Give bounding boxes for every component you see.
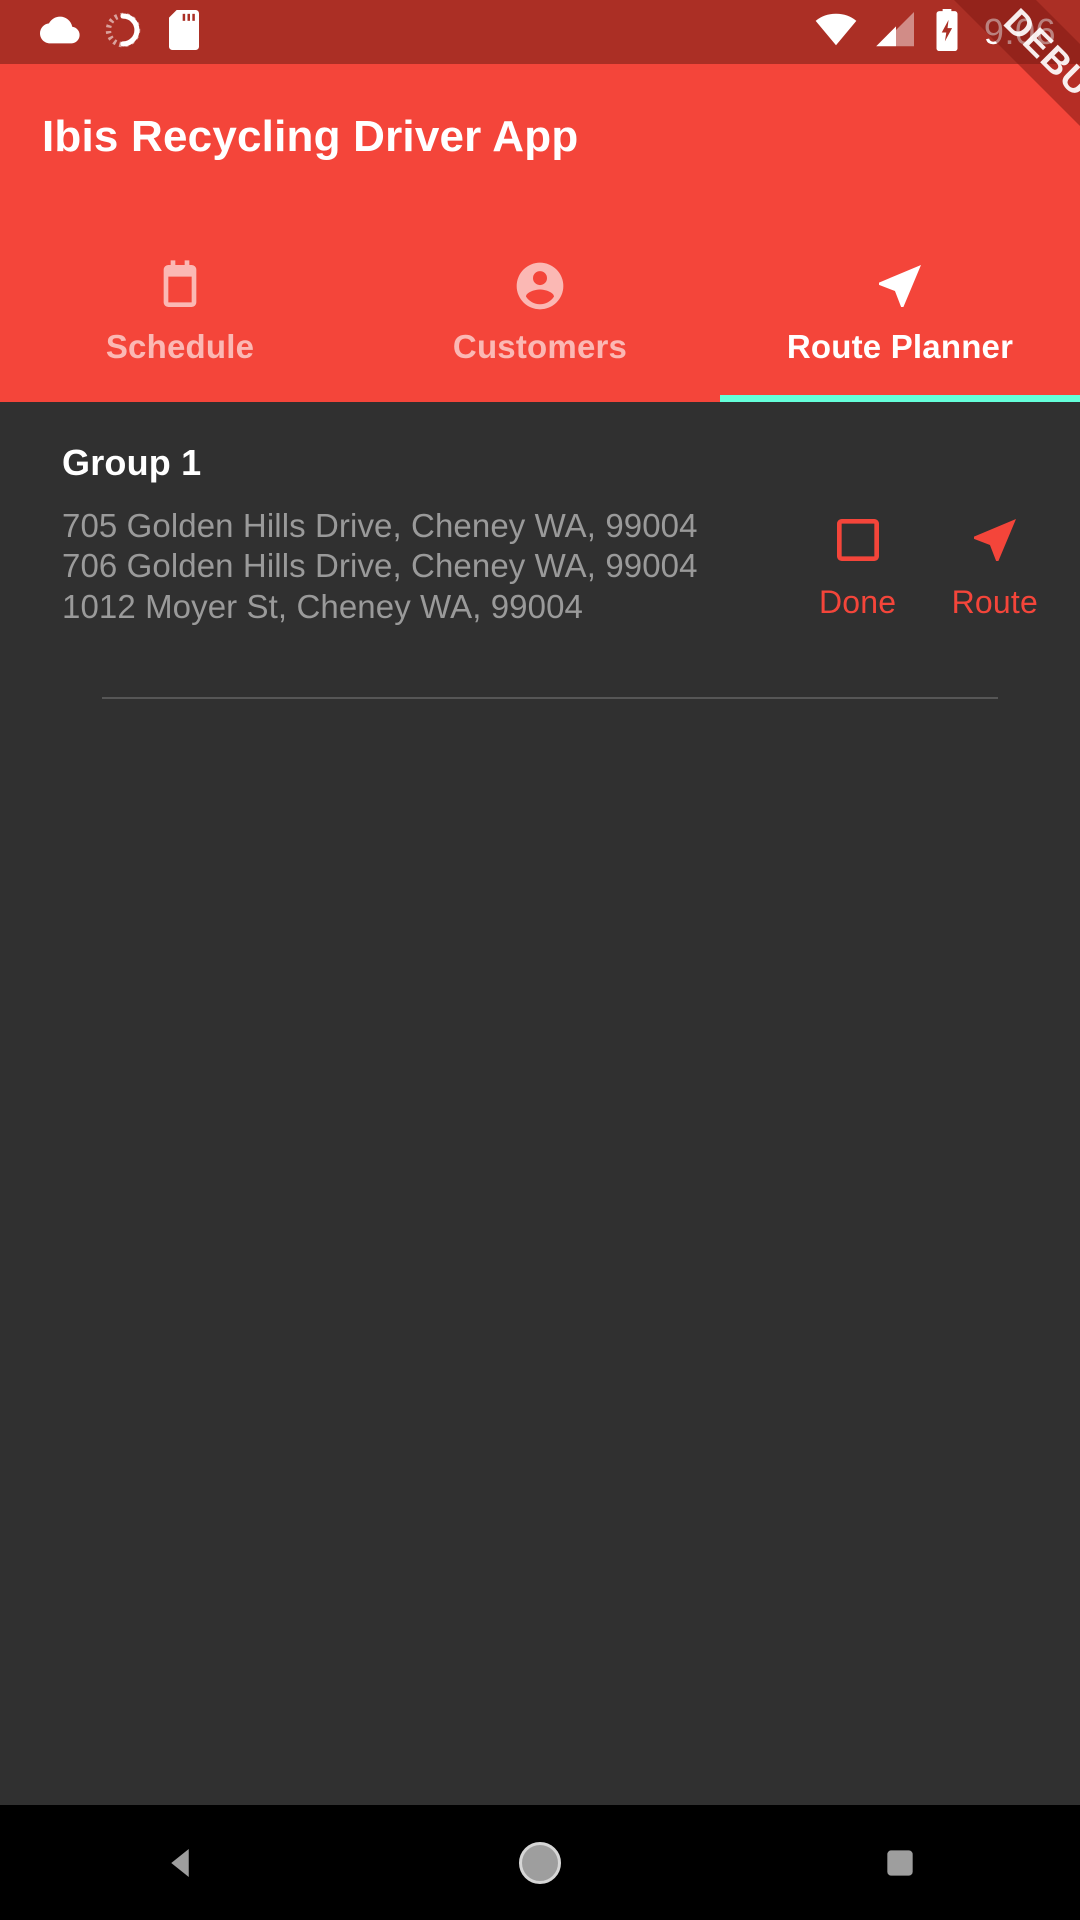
back-triangle-icon[interactable] — [159, 1842, 201, 1884]
navigation-arrow-icon — [872, 258, 928, 314]
tab-route-planner[interactable]: Route Planner — [720, 222, 1080, 402]
battery-charging-icon — [934, 8, 960, 56]
group-card: Group 1 705 Golden Hills Drive, Cheney W… — [0, 402, 1080, 699]
tab-indicator — [720, 395, 1080, 402]
tab-customers-label: Customers — [452, 328, 628, 365]
group-title: Group 1 — [62, 442, 202, 483]
group-divider — [102, 696, 998, 699]
list-item: 1012 Moyer St, Cheney WA, 99004 — [62, 587, 583, 625]
status-bar-right-icons: 9:06 — [814, 8, 1080, 56]
tab-customers[interactable]: Customers — [360, 222, 720, 402]
nav-recents-button[interactable] — [720, 1844, 1080, 1882]
address-list: 705 Golden Hills Drive, Cheney WA, 99004… — [62, 506, 816, 627]
phone-screen: 9:06 Ibis Recycling Driver App Schedule … — [0, 0, 1080, 1920]
group-row: 705 Golden Hills Drive, Cheney WA, 99004… — [62, 506, 1038, 627]
app-bar: Ibis Recycling Driver App Schedule Custo… — [0, 64, 1080, 402]
route-button[interactable]: Route — [952, 512, 1038, 621]
cellular-signal-icon — [876, 11, 916, 53]
navigation-arrow-icon[interactable] — [967, 512, 1023, 568]
recents-square-icon[interactable] — [881, 1844, 919, 1882]
status-bar: 9:06 — [0, 0, 1080, 64]
calendar-icon — [152, 258, 208, 314]
route-button-label: Route — [951, 584, 1038, 620]
status-bar-left-icons — [0, 9, 202, 55]
wifi-icon — [814, 12, 858, 53]
android-nav-bar — [0, 1805, 1080, 1920]
sd-card-icon — [166, 9, 202, 55]
group-actions: Done Route — [816, 506, 1038, 621]
tab-schedule-label: Schedule — [105, 328, 255, 365]
sync-spinner-icon — [104, 11, 142, 54]
nav-home-button[interactable] — [360, 1837, 720, 1889]
checkbox-unchecked-icon[interactable] — [830, 512, 886, 568]
done-button-label: Done — [818, 584, 897, 620]
home-circle-icon[interactable] — [514, 1837, 566, 1889]
tab-route-planner-label: Route Planner — [786, 328, 1014, 365]
list-item: 705 Golden Hills Drive, Cheney WA, 99004 — [62, 507, 698, 544]
page-title: Ibis Recycling Driver App — [42, 112, 579, 161]
status-bar-clock: 9:06 — [983, 11, 1056, 52]
nav-back-button[interactable] — [0, 1842, 360, 1884]
tab-bar: Schedule Customers Route Planner — [0, 222, 1080, 402]
cloud-icon — [39, 10, 80, 55]
done-button[interactable]: Done — [816, 512, 900, 621]
route-planner-content: Group 1 705 Golden Hills Drive, Cheney W… — [0, 402, 1080, 1805]
tab-schedule[interactable]: Schedule — [0, 222, 360, 402]
account-circle-icon — [512, 258, 568, 314]
list-item: 706 Golden Hills Drive, Cheney WA, 99004 — [62, 547, 698, 585]
